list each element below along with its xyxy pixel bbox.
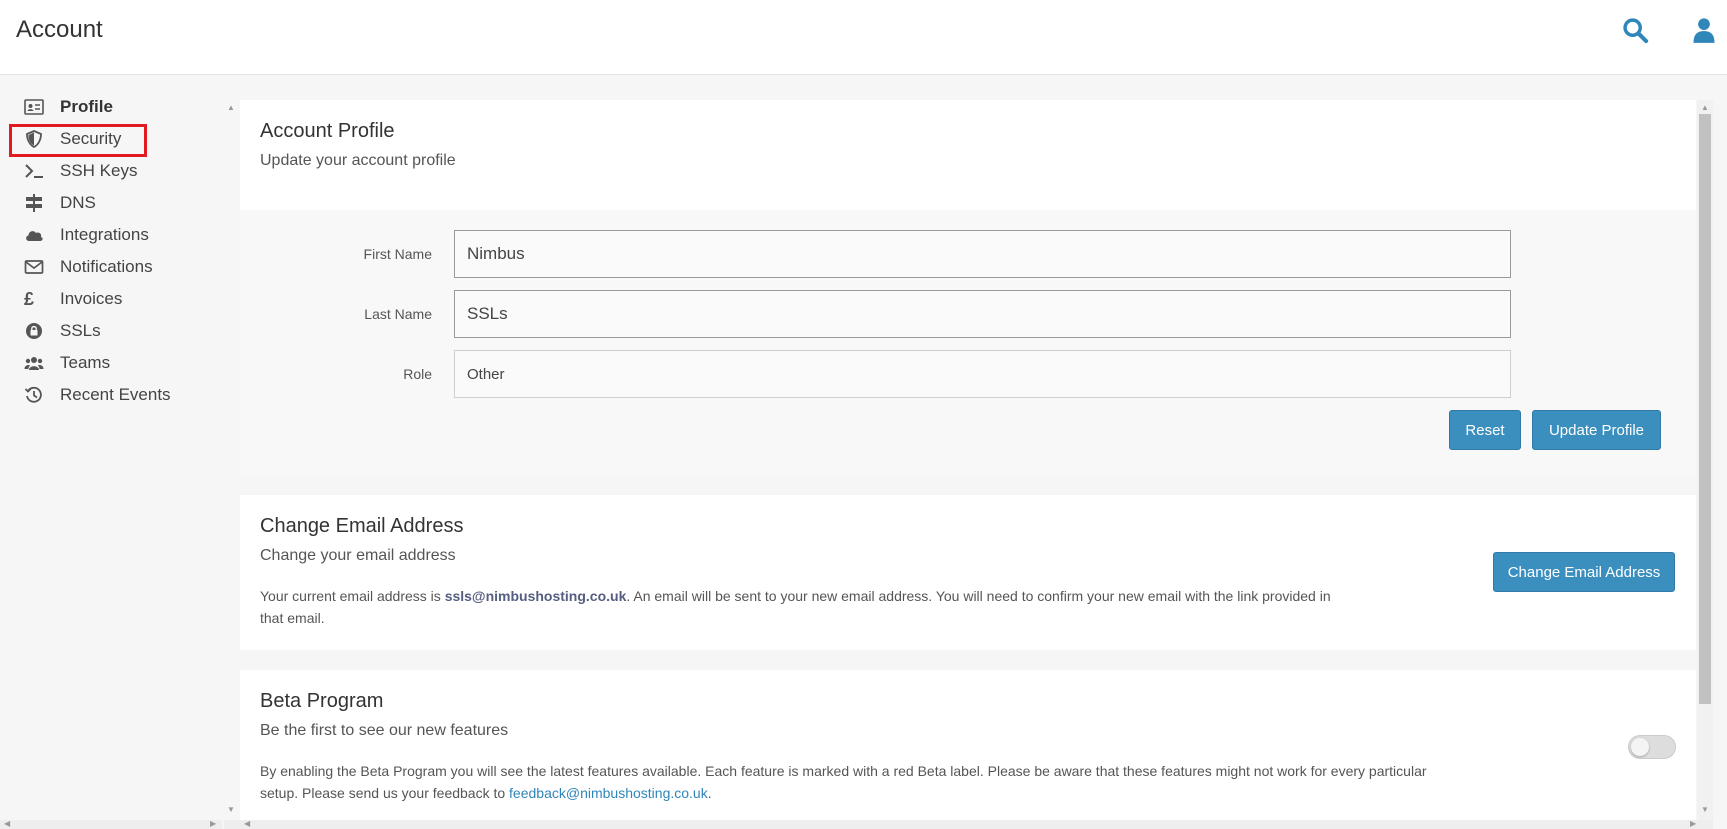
beta-text-after: . — [707, 785, 712, 801]
current-email-address: ssls@nimbushosting.co.uk — [444, 588, 627, 604]
pound-icon: £ — [24, 288, 35, 309]
sidebar-item-dns[interactable]: DNS — [24, 188, 96, 218]
sidebar-item-profile[interactable]: Profile — [24, 92, 113, 122]
profile-form: First Name Last Name Role Reset Update P… — [240, 210, 1696, 475]
envelope-icon — [24, 257, 50, 277]
sidebar-item-notifications[interactable]: Notifications — [24, 252, 153, 282]
sidebar-item-label: DNS — [60, 193, 96, 212]
sidebar-item-label: Integrations — [60, 225, 149, 244]
signpost-icon — [24, 193, 50, 213]
sidebar-item-invoices[interactable]: £ Invoices — [24, 284, 122, 314]
sidebar-item-label: Profile — [60, 97, 113, 116]
id-card-icon — [24, 97, 50, 117]
toggle-knob[interactable] — [1631, 738, 1649, 756]
account-profile-title: Account Profile — [260, 120, 395, 142]
change-email-button[interactable]: Change Email Address — [1493, 552, 1675, 592]
sidebar-item-label: SSH Keys — [60, 161, 138, 180]
history-icon — [24, 385, 50, 405]
sidebar-item-label: SSLs — [60, 321, 101, 340]
search-icon[interactable] — [1621, 16, 1649, 44]
top-bar: Account — [0, 0, 1727, 75]
beta-program-text: By enabling the Beta Program you will se… — [260, 760, 1440, 804]
beta-program-card: Beta Program Be the first to see our new… — [240, 670, 1696, 820]
sidebar-item-label: Recent Events — [60, 385, 171, 404]
scroll-left-arrow-icon[interactable]: ◀ — [244, 820, 250, 828]
change-email-card: Change Email Address Change your email a… — [240, 495, 1696, 650]
scroll-right-arrow-icon[interactable]: ▶ — [1690, 820, 1696, 828]
users-icon — [24, 353, 50, 373]
current-email-text: Your current email address is ssls@nimbu… — [260, 585, 1340, 629]
feedback-email-link[interactable]: feedback@nimbushosting.co.uk — [509, 785, 708, 801]
selection-highlight-box — [9, 124, 147, 157]
lock-badge-icon — [24, 321, 50, 341]
sidebar-item-ssh-keys[interactable]: SSH Keys — [24, 156, 137, 186]
last-name-field[interactable] — [454, 290, 1511, 338]
scroll-down-arrow-icon[interactable]: ▼ — [1701, 806, 1709, 814]
sidebar-item-label: Notifications — [60, 257, 153, 276]
sidebar-item-recent-events[interactable]: Recent Events — [24, 380, 171, 410]
update-profile-button[interactable]: Update Profile — [1532, 410, 1661, 450]
first-name-label: First Name — [363, 246, 432, 262]
beta-program-toggle[interactable] — [1628, 735, 1676, 759]
sidebar-item-integrations[interactable]: Integrations — [24, 220, 149, 250]
vertical-scrollbar[interactable]: ▲ ▼ — [1697, 100, 1713, 820]
scroll-left-arrow-icon[interactable]: ◀ — [4, 820, 10, 828]
account-profile-subtitle: Update your account profile — [260, 152, 456, 169]
main-scrollbar-left[interactable]: ▲ ▼ — [224, 100, 238, 820]
beta-text-before: By enabling the Beta Program you will se… — [260, 763, 1427, 801]
scroll-down-arrow-icon[interactable]: ▼ — [227, 806, 235, 814]
change-email-title: Change Email Address — [260, 515, 464, 537]
scroll-up-arrow-icon[interactable]: ▲ — [1701, 104, 1709, 112]
account-profile-card: Account Profile Update your account prof… — [240, 100, 1696, 475]
role-label: Role — [403, 366, 432, 382]
scrollbar-thumb[interactable] — [1699, 114, 1711, 704]
user-icon[interactable] — [1690, 16, 1718, 44]
sidebar-item-teams[interactable]: Teams — [24, 348, 110, 378]
last-name-label: Last Name — [364, 306, 432, 322]
scroll-right-arrow-icon[interactable]: ▶ — [210, 820, 216, 828]
beta-program-subtitle: Be the first to see our new features — [260, 722, 509, 739]
role-field[interactable] — [454, 350, 1511, 398]
reset-button[interactable]: Reset — [1449, 410, 1521, 450]
scroll-up-arrow-icon[interactable]: ▲ — [227, 104, 235, 112]
change-email-subtitle: Change your email address — [260, 547, 456, 564]
terminal-icon — [24, 161, 50, 181]
sidebar-item-ssls[interactable]: SSLs — [24, 316, 101, 346]
page-title: Account — [16, 16, 103, 43]
first-name-field[interactable] — [454, 230, 1511, 278]
main-horizontal-scrollbar[interactable]: ◀ ▶ — [224, 820, 1713, 829]
sidebar-item-label: Invoices — [60, 289, 123, 308]
sidebar-horizontal-scrollbar[interactable]: ◀ ▶ — [0, 820, 222, 829]
beta-program-title: Beta Program — [260, 690, 384, 712]
email-text-before: Your current email address is — [260, 588, 445, 604]
sidebar-item-label: Teams — [60, 353, 111, 372]
cloud-icon — [24, 225, 50, 245]
